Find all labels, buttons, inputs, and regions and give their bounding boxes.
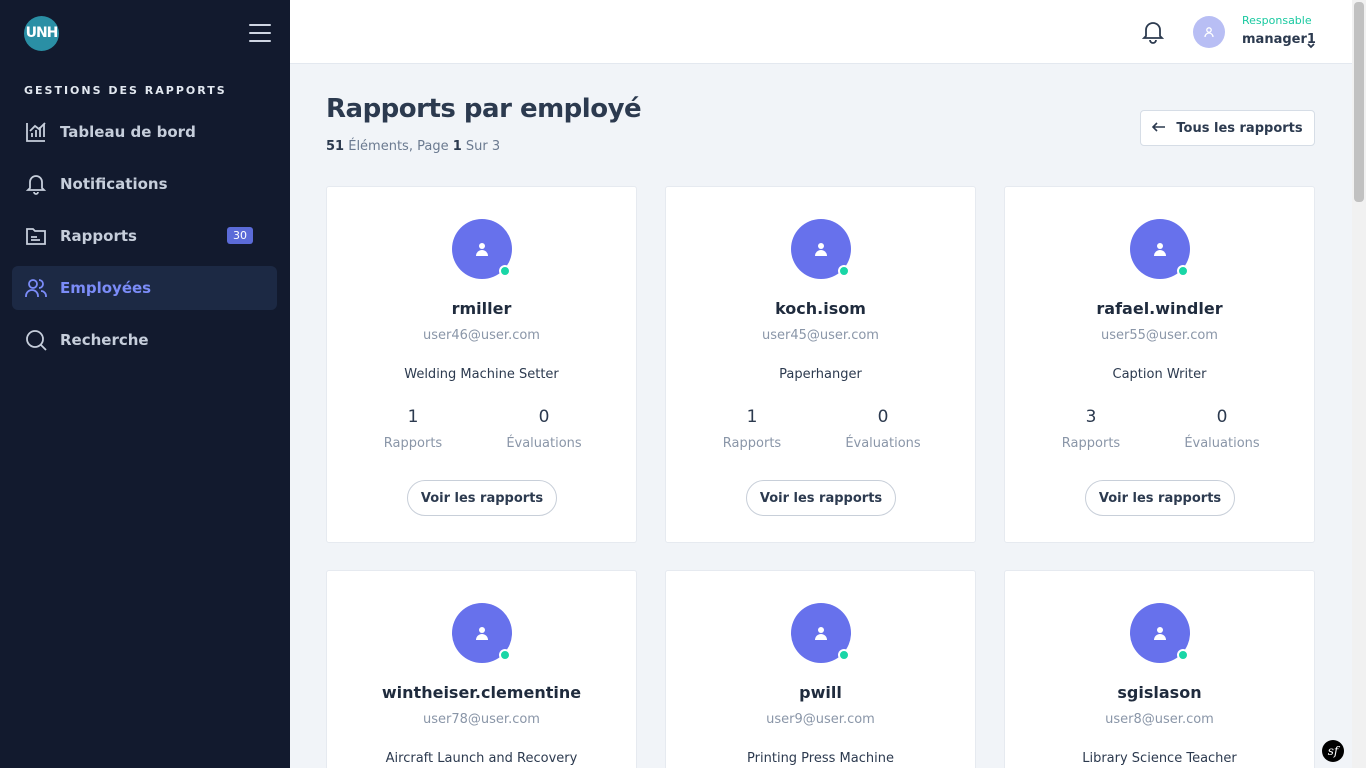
symfony-toolbar-icon[interactable]: sf [1322, 740, 1344, 762]
evaluations-count: 0 [538, 407, 550, 427]
all-reports-button[interactable]: Tous les rapports [1140, 110, 1315, 146]
menu-toggle-icon[interactable] [249, 24, 271, 42]
user-role: Responsable [1242, 14, 1312, 27]
view-reports-button[interactable]: Voir les rapports [1085, 480, 1235, 516]
search-icon [24, 328, 48, 352]
users-icon [24, 276, 48, 300]
employee-username: wintheiser.clementine [381, 683, 582, 702]
employee-email: user9@user.com [766, 712, 875, 727]
employee-username: pwill [799, 683, 842, 702]
evaluations-label: Évaluations [1184, 436, 1260, 451]
all-reports-label: Tous les rapports [1176, 120, 1303, 136]
employee-card: rafael.windler user55@user.com Caption W… [1004, 186, 1315, 543]
view-reports-button[interactable]: Voir les rapports [746, 480, 896, 516]
employee-job: Paperhanger [779, 367, 862, 382]
reports-label: Rapports [722, 436, 782, 451]
employee-username: sgislason [1117, 683, 1202, 702]
items-count: 51 [326, 139, 345, 154]
employee-job: Printing Press Machine [747, 751, 894, 766]
employee-username: rafael.windler [1096, 299, 1223, 318]
evaluations-label: Évaluations [845, 436, 921, 451]
online-status-dot [499, 649, 511, 661]
employee-email: user46@user.com [423, 328, 540, 343]
sidebar-section-title: GESTIONS DES RAPPORTS [24, 84, 227, 97]
reports-count-badge: 30 [227, 227, 253, 244]
employee-job: Aircraft Launch and Recovery [385, 751, 578, 766]
employee-email: user45@user.com [762, 328, 879, 343]
sidebar-item-employees[interactable]: Employées [12, 266, 277, 310]
reports-label: Rapports [383, 436, 443, 451]
current-page: 1 [452, 139, 462, 154]
bell-icon [24, 172, 48, 196]
sidebar: UNH GESTIONS DES RAPPORTS Tableau de bor… [0, 0, 290, 768]
sidebar-item-search[interactable]: Recherche [12, 318, 277, 362]
employee-username: rmiller [451, 299, 512, 318]
notifications-bell-icon[interactable] [1141, 20, 1165, 44]
user-name-dropdown[interactable]: manager1 [1242, 32, 1316, 47]
employee-email: user55@user.com [1101, 328, 1218, 343]
scrollbar-thumb[interactable] [1354, 2, 1364, 202]
chevron-down-icon[interactable] [1306, 36, 1316, 49]
sidebar-item-reports[interactable]: Rapports 30 [12, 214, 277, 258]
chart-bars-icon [24, 120, 48, 144]
employee-card: pwill user9@user.com Printing Press Mach… [665, 570, 976, 768]
employee-email: user8@user.com [1105, 712, 1214, 727]
arrow-left-icon [1152, 120, 1166, 136]
app-logo[interactable]: UNH [24, 16, 59, 51]
employee-card: wintheiser.clementine user78@user.com Ai… [326, 570, 637, 768]
folder-icon [24, 224, 48, 248]
total-pages-label: Sur 3 [465, 139, 501, 154]
reports-count: 1 [746, 407, 758, 427]
pagination-summary: 51 Éléments, Page 1 Sur 3 [326, 139, 500, 154]
sidebar-item-label: Rapports [60, 227, 137, 245]
employee-card: koch.isom user45@user.com Paperhanger 1 … [665, 186, 976, 543]
online-status-dot [838, 265, 850, 277]
online-status-dot [838, 649, 850, 661]
evaluations-count: 0 [877, 407, 889, 427]
employee-card: sgislason user8@user.com Library Science… [1004, 570, 1315, 768]
online-status-dot [499, 265, 511, 277]
employee-username: koch.isom [775, 299, 866, 318]
sidebar-item-dashboard[interactable]: Tableau de bord [12, 110, 277, 154]
employee-card: rmiller user46@user.com Welding Machine … [326, 186, 637, 543]
reports-count: 3 [1085, 407, 1097, 427]
items-count-label: Éléments, Page [348, 139, 449, 154]
employee-job: Library Science Teacher [1082, 751, 1237, 766]
sidebar-item-label: Recherche [60, 331, 149, 349]
evaluations-label: Évaluations [506, 436, 582, 451]
sidebar-item-label: Employées [60, 279, 152, 297]
sidebar-item-label: Notifications [60, 175, 168, 193]
user-avatar[interactable] [1193, 16, 1225, 48]
reports-label: Rapports [1061, 436, 1121, 451]
sidebar-item-notifications[interactable]: Notifications [12, 162, 277, 206]
top-header: Responsable manager1 [290, 0, 1352, 64]
view-reports-button[interactable]: Voir les rapports [407, 480, 557, 516]
page-title: Rapports par employé [326, 94, 642, 124]
employee-job: Welding Machine Setter [404, 367, 559, 382]
online-status-dot [1177, 265, 1189, 277]
reports-count: 1 [407, 407, 419, 427]
online-status-dot [1177, 649, 1189, 661]
sidebar-item-label: Tableau de bord [60, 123, 196, 141]
scrollbar[interactable] [1352, 0, 1366, 768]
employee-job: Caption Writer [1112, 367, 1207, 382]
employee-email: user78@user.com [423, 712, 540, 727]
evaluations-count: 0 [1216, 407, 1228, 427]
